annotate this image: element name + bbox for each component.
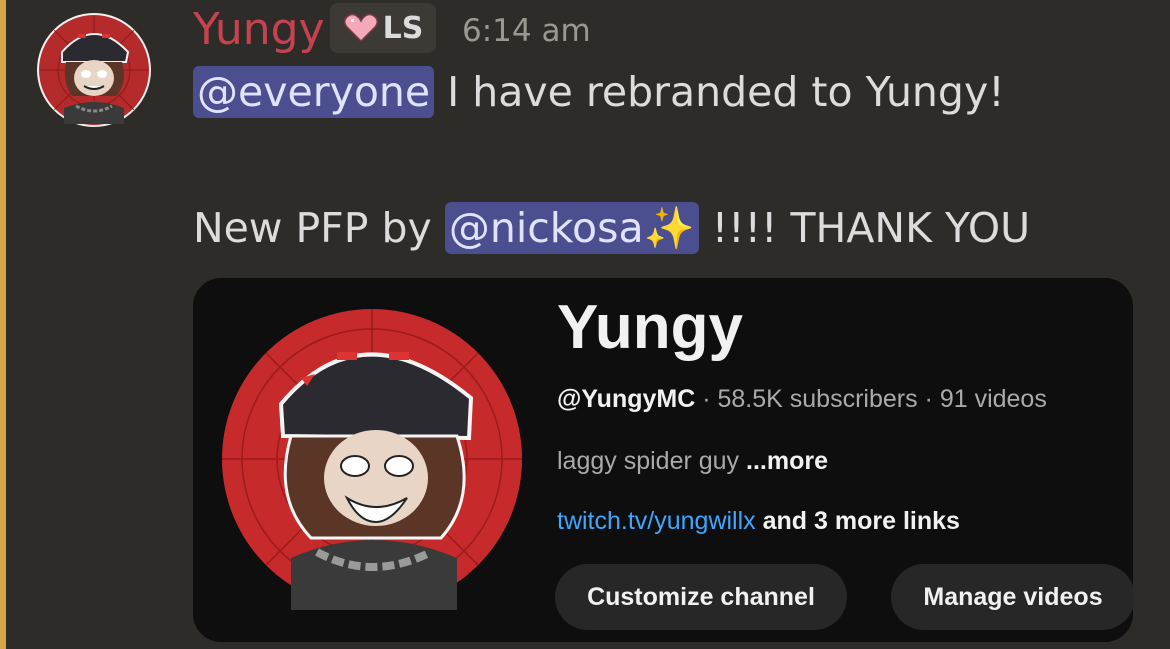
channel-link: twitch.tv/yungwillx: [557, 507, 756, 535]
customize-channel-button: Customize channel: [555, 564, 847, 630]
manage-videos-button: Manage videos: [891, 564, 1133, 630]
username[interactable]: Yungy: [193, 2, 325, 58]
message-text-1: I have rebranded to Yungy!: [434, 68, 1005, 116]
channel-stats: · 58.5K subscribers · 91 videos: [695, 385, 1047, 413]
channel-name: Yungy: [557, 293, 744, 362]
channel-avatar: [222, 309, 522, 610]
role-tag[interactable]: LS: [330, 3, 436, 53]
message-text-2-prefix: New PFP by: [193, 204, 445, 252]
description-text: laggy spider guy: [557, 447, 747, 475]
mention-nickosa[interactable]: @nickosa✨: [444, 202, 699, 254]
mention-nickosa-label: @nickosa: [448, 204, 644, 252]
more-links: and 3 more links: [755, 507, 960, 535]
sparkles-emoji: ✨: [643, 204, 695, 252]
channel-handle: @YungyMC: [557, 385, 696, 413]
channel-description: laggy spider guy ...more: [557, 444, 828, 478]
mention-everyone[interactable]: @everyone: [193, 66, 435, 118]
youtube-channel-image[interactable]: Yungy @YungyMC · 58.5K subscribers · 91 …: [193, 278, 1133, 642]
message-line-2: New PFP by @nickosa✨ !!!! THANK YOU: [193, 200, 1030, 256]
description-more: ...more: [746, 447, 828, 475]
role-label: LS: [382, 10, 424, 46]
channel-meta: @YungyMC · 58.5K subscribers · 91 videos: [557, 382, 1047, 416]
channel-links: twitch.tv/yungwillx and 3 more links: [557, 504, 960, 538]
message-line-1: @everyone I have rebranded to Yungy!: [193, 64, 1005, 120]
pink-heart-icon: [343, 13, 378, 43]
message-text-2-suffix: !!!! THANK YOU: [698, 204, 1031, 252]
message-timestamp: 6:14 am: [462, 13, 591, 49]
mention-highlight-bar: [0, 0, 6, 649]
user-avatar[interactable]: [36, 12, 152, 128]
